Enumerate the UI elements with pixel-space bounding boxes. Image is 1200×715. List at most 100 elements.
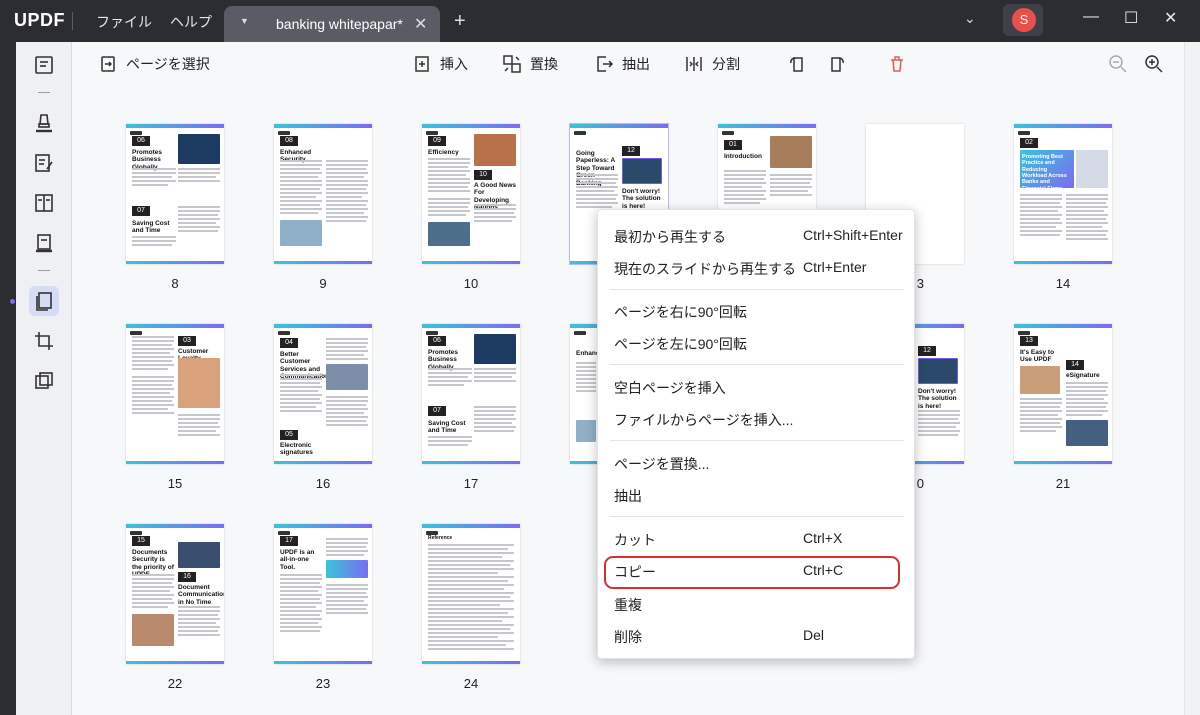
menu-item-delete[interactable]: 削除 Del <box>598 621 916 651</box>
menu-item-insert-blank[interactable]: 空白ページを挿入 <box>598 372 916 402</box>
app-logo: UPDF <box>14 10 65 30</box>
thumb-heading: eSignature <box>1066 372 1100 379</box>
avatar: S <box>1012 8 1036 32</box>
replace-icon <box>503 55 521 73</box>
menu-item-rotate-right[interactable]: ページを右に90°回転 <box>598 296 916 326</box>
split-icon <box>686 57 702 71</box>
new-tab-icon[interactable]: + <box>454 10 466 33</box>
page-thumbnail[interactable]: 06 Promotes Business Globally 07 Saving … <box>126 124 224 264</box>
page-thumbnail[interactable]: 09 Efficiency 10 A Good News For Develop… <box>422 124 520 264</box>
menu-item-cut[interactable]: カット Ctrl+X <box>598 524 916 554</box>
page-thumbnail[interactable]: 13 It's Easy to Use UPDF 14 eSignature <box>1014 324 1112 464</box>
layers-icon[interactable] <box>29 366 59 396</box>
section-number: 07 <box>428 406 446 416</box>
insert-label: 挿入 <box>440 56 468 72</box>
vertical-scrollbar[interactable] <box>1184 42 1200 715</box>
page-thumbnail[interactable]: 03 Customer Loyalty <box>126 324 224 464</box>
thumb-heading: Reference <box>428 535 453 541</box>
page-number: 24 <box>463 676 479 691</box>
menu-item-replace-page[interactable]: ページを置換... <box>598 448 916 478</box>
page-thumbnail[interactable]: 08 Enhanced Security <box>274 124 372 264</box>
delete-icon[interactable] <box>887 54 907 74</box>
menu-item-play-from-current[interactable]: 現在のスライドから再生する Ctrl+Enter <box>598 253 916 283</box>
menu-item-label: ページを左に90°回転 <box>614 336 747 352</box>
minimize-icon[interactable]: — <box>1083 8 1099 26</box>
select-pages-button[interactable]: ページを選択 <box>98 54 210 74</box>
thumb-heading: Efficiency <box>428 149 459 156</box>
maximize-icon[interactable]: ☐ <box>1124 8 1138 28</box>
menu-item-label: 抽出 <box>614 488 642 504</box>
form-icon[interactable] <box>29 228 59 258</box>
rotate-left-icon[interactable] <box>786 54 806 74</box>
tab-dropdown-icon[interactable]: ▼ <box>240 16 249 26</box>
page-number: 10 <box>463 276 479 291</box>
tool-sidebar <box>16 42 72 715</box>
insert-button[interactable]: 挿入 <box>412 54 468 74</box>
highlighter-icon[interactable] <box>29 108 59 138</box>
zoom-in-icon[interactable] <box>1144 54 1164 74</box>
page-thumbnail[interactable]: 15 Documents Security is the priority of… <box>126 524 224 664</box>
thumb-heading: Document Communication in No Time <box>178 584 224 606</box>
select-pages-label: ページを選択 <box>126 56 210 72</box>
page-thumbnail[interactable]: 17 UPDF is an all-in-one Tool. <box>274 524 372 664</box>
thumb-heading: Better Customer Services and Communicati… <box>280 351 330 381</box>
extract-button[interactable]: 抽出 <box>594 54 650 74</box>
menu-item-label: 重複 <box>614 597 642 613</box>
account-button[interactable]: S <box>1003 4 1043 36</box>
section-number: 05 <box>280 430 298 440</box>
menu-separator <box>610 440 904 441</box>
menu-item-extract[interactable]: 抽出 <box>598 480 916 510</box>
menu-separator <box>610 516 904 517</box>
sidebar-indicator <box>10 299 15 304</box>
select-pages-icon <box>101 56 115 72</box>
thumb-heading: Promoting Best Practice and Reducing Wor… <box>1022 154 1067 192</box>
extract-label: 抽出 <box>622 56 650 72</box>
page-number: 15 <box>167 476 183 491</box>
document-tab[interactable]: ▼ banking whitepapar* ✕ <box>224 6 440 42</box>
menu-separator <box>610 289 904 290</box>
thumb-heading: Saving Cost and Time <box>428 420 466 435</box>
page-thumbnail[interactable]: Reference <box>422 524 520 664</box>
menu-item-rotate-left[interactable]: ページを左に90°回転 <box>598 328 916 358</box>
organize-pages-icon[interactable] <box>29 286 59 316</box>
compare-icon[interactable] <box>29 188 59 218</box>
edit-text-icon[interactable] <box>29 148 59 178</box>
menu-help[interactable]: ヘルプ <box>170 12 212 32</box>
menu-item-label: ファイルからページを挿入... <box>614 412 794 428</box>
section-number: 01 <box>724 140 742 150</box>
page-thumbnail[interactable]: 02 Promoting Best Practice and Reducing … <box>1014 124 1112 264</box>
section-number: 02 <box>1020 138 1038 148</box>
left-rail <box>0 42 16 715</box>
menu-item-play-from-start[interactable]: 最初から再生する Ctrl+Shift+Enter <box>598 221 916 251</box>
menu-item-label: ページを置換... <box>614 456 710 472</box>
tabs-dropdown-icon[interactable]: ⌄ <box>964 10 976 27</box>
organize-toolbar: ページを選択 挿入 置換 抽出 分割 <box>72 42 1184 86</box>
replace-button[interactable]: 置換 <box>502 54 558 74</box>
section-number: 07 <box>132 206 150 216</box>
copy-highlight-annotation <box>604 556 900 589</box>
page-view-icon[interactable] <box>29 50 59 80</box>
menu-item-label: 空白ページを挿入 <box>614 380 726 396</box>
section-number: 03 <box>178 336 196 346</box>
thumb-heading: Electronic signatures <box>280 442 313 457</box>
close-window-icon[interactable]: ✕ <box>1164 8 1177 28</box>
section-number: 04 <box>280 338 298 348</box>
thumb-heading: Introduction <box>724 153 762 160</box>
split-button[interactable]: 分割 <box>684 54 740 74</box>
zoom-out-icon[interactable] <box>1108 54 1128 74</box>
menu-item-insert-from-file[interactable]: ファイルからページを挿入... <box>598 404 916 434</box>
crop-icon[interactable] <box>29 326 59 356</box>
tab-close-icon[interactable]: ✕ <box>414 14 427 34</box>
rotate-right-icon[interactable] <box>828 54 848 74</box>
section-number: 10 <box>474 170 492 180</box>
page-thumbnail[interactable]: 06 Promotes Business Globally 07 Saving … <box>422 324 520 464</box>
menu-file[interactable]: ファイル <box>96 12 152 32</box>
split-label: 分割 <box>712 56 740 72</box>
menu-item-duplicate[interactable]: 重複 <box>598 589 916 619</box>
page-thumbnail[interactable]: 04 Better Customer Services and Communic… <box>274 324 372 464</box>
thumb-heading: UPDF is an all-in-one Tool. <box>280 549 315 571</box>
section-number: 12 <box>918 346 936 356</box>
section-number: 12 <box>622 146 640 156</box>
page-number: 9 <box>319 276 327 291</box>
tab-title: banking whitepapar* <box>276 16 403 32</box>
